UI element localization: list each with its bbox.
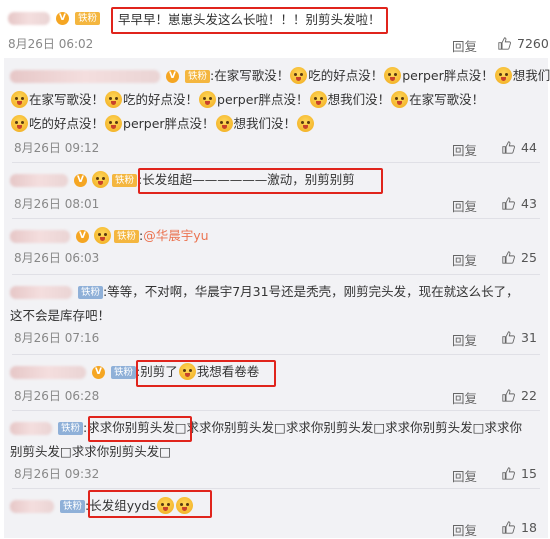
reply-button[interactable]: 回复: [452, 466, 477, 485]
like-count: 15: [521, 466, 537, 481]
reply-button[interactable]: 回复: [452, 250, 477, 269]
username-blurred[interactable]: [10, 230, 70, 243]
face-emoji-icon: [105, 91, 123, 108]
face-emoji-icon: [91, 171, 109, 188]
username-blurred[interactable]: [10, 366, 86, 379]
username-blurred[interactable]: [10, 422, 52, 435]
like-button[interactable]: 25: [502, 250, 537, 265]
fan-badge: 铁粉: [74, 12, 100, 25]
reply-button[interactable]: 回复: [452, 196, 477, 215]
face-emoji-icon: [11, 115, 28, 132]
like-count: 22: [521, 388, 537, 403]
like-button[interactable]: 18: [502, 520, 537, 535]
username-blurred[interactable]: [10, 70, 160, 83]
comment-date: 8月26日 07:16: [14, 331, 100, 345]
thumbs-up-icon: [498, 37, 511, 50]
face-emoji-icon: [290, 67, 308, 84]
comment-date: 8月26日 09:32: [14, 467, 100, 481]
fan-badge: 铁粉: [59, 500, 85, 513]
thumbs-up-icon: [502, 197, 515, 210]
v-badge-icon: V: [55, 12, 69, 25]
comment-date: 8月26日 08:01: [14, 197, 100, 211]
v-badge-icon: V: [75, 230, 89, 243]
reply-button[interactable]: 回复: [452, 388, 477, 407]
username-blurred[interactable]: [8, 12, 50, 25]
like-count: 31: [521, 330, 537, 345]
face-emoji-icon: [309, 91, 327, 108]
reply-button[interactable]: 回复: [452, 140, 477, 159]
highlight-box: [88, 416, 192, 442]
reply-button[interactable]: 回复: [452, 330, 477, 349]
fan-badge: 铁粉: [110, 366, 136, 379]
v-badge-icon: V: [91, 366, 105, 379]
thumbs-up-icon: [502, 467, 515, 480]
comment-date: 8月26日 09:12: [14, 141, 100, 155]
like-count: 18: [521, 520, 537, 535]
face-emoji-icon: [105, 115, 123, 132]
thumbs-up-icon: [502, 251, 515, 264]
v-badge-icon: V: [165, 70, 179, 83]
face-emoji-icon: [384, 67, 402, 84]
face-emoji-icon: [297, 115, 315, 132]
like-button[interactable]: 22: [502, 388, 537, 403]
thumbs-up-icon: [502, 331, 515, 344]
face-emoji-icon: [494, 67, 512, 84]
like-button[interactable]: 43: [502, 196, 537, 211]
comment-date: 8月26日 06:02: [8, 37, 94, 51]
face-emoji-icon: [93, 227, 111, 244]
face-emoji-icon: [11, 91, 28, 108]
highlight-box: [88, 490, 212, 518]
reply-button[interactable]: 回复: [452, 36, 477, 55]
mention-link[interactable]: @华晨宇yu: [143, 228, 208, 243]
username-blurred[interactable]: [10, 174, 68, 187]
fan-badge: 铁粉: [57, 422, 83, 435]
thumbs-up-icon: [502, 389, 515, 402]
highlight-box: [136, 360, 276, 387]
thumbs-up-icon: [502, 141, 515, 154]
like-button[interactable]: 15: [502, 466, 537, 481]
main-comment: V 铁粉 早早早！崽崽头发这么长啦！！！别剪头发啦！ 8月26日 06:02 回…: [0, 0, 550, 58]
face-emoji-icon: [391, 91, 409, 108]
fan-badge: 铁粉: [184, 70, 210, 83]
fan-badge: 铁粉: [111, 174, 137, 187]
fan-badge: 铁粉: [113, 230, 139, 243]
face-emoji-icon: [199, 91, 217, 108]
username-blurred[interactable]: [10, 500, 54, 513]
comment-date: 8月26日 06:03: [14, 251, 100, 265]
like-count: 7260: [517, 36, 549, 51]
like-button[interactable]: 44: [502, 140, 537, 155]
fan-badge: 铁粉: [77, 286, 103, 299]
like-button[interactable]: 7260: [498, 36, 549, 51]
highlight-box: [111, 7, 388, 34]
like-count: 44: [521, 140, 537, 155]
like-count: 43: [521, 196, 537, 211]
comment-date: 8月26日 06:28: [14, 389, 100, 403]
highlight-box: [138, 168, 383, 194]
like-button[interactable]: 31: [502, 330, 537, 345]
v-badge-icon: V: [73, 174, 87, 187]
face-emoji-icon: [215, 115, 233, 132]
reply-panel: V 铁粉:在家写歌没！吃的好点没！perper胖点没！想我们没！ 在家写歌没！吃…: [4, 58, 550, 538]
username-blurred[interactable]: [10, 286, 72, 299]
like-count: 25: [521, 250, 537, 265]
